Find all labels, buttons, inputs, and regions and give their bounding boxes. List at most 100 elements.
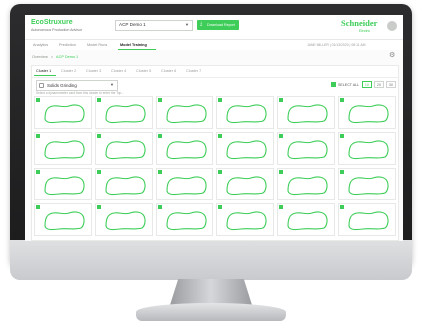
card-checkbox[interactable] <box>96 133 101 138</box>
dyno-curve <box>166 140 207 159</box>
tab-cluster-2[interactable]: Cluster 2 <box>61 69 76 73</box>
dyno-card[interactable] <box>277 167 336 201</box>
dyno-card[interactable] <box>338 167 396 201</box>
screen: EcoStruxure Autonomous Production Adviso… <box>25 15 403 241</box>
dyno-curve <box>226 211 268 231</box>
dyno-curve <box>287 140 328 159</box>
dyno-card[interactable] <box>94 96 153 129</box>
card-checkbox[interactable] <box>36 169 40 174</box>
user-avatar[interactable] <box>387 21 397 31</box>
breadcrumb: Overview > ACP Demo 1 <box>32 55 78 59</box>
card-checkbox[interactable] <box>36 133 40 138</box>
main-nav: Analytics Prediction Model Runs Model Tr… <box>25 40 403 50</box>
dyno-card[interactable] <box>155 96 214 129</box>
brand-logo: EcoStruxure <box>31 19 73 26</box>
card-checkbox[interactable] <box>218 98 223 102</box>
tab-cluster-6[interactable]: Cluster 6 <box>161 69 176 73</box>
dyno-curve <box>44 175 85 195</box>
card-checkbox[interactable] <box>157 169 162 174</box>
dyno-card[interactable] <box>338 131 396 165</box>
dyno-card[interactable] <box>34 167 92 201</box>
nav-prediction[interactable]: Prediction <box>59 43 76 47</box>
tab-cluster-7[interactable]: Cluster 7 <box>186 69 201 73</box>
dyno-curve <box>44 104 85 124</box>
zoom-1x-button[interactable]: 1X <box>362 81 372 88</box>
dyno-card[interactable] <box>277 96 336 129</box>
hint-text: Select a dynamometer card from this clus… <box>36 91 124 95</box>
zoom-2x-button[interactable]: 2X <box>374 81 384 88</box>
card-checkbox[interactable] <box>36 205 40 210</box>
dyno-curve <box>287 175 328 195</box>
card-checkbox[interactable] <box>279 98 284 102</box>
dyno-card[interactable] <box>216 96 275 129</box>
dyno-curve-path <box>287 104 328 124</box>
dyno-card[interactable] <box>94 167 153 201</box>
dyno-curve <box>348 140 389 159</box>
card-checkbox[interactable] <box>218 133 223 138</box>
download-report-button[interactable]: ⤓ Download Report <box>197 20 239 30</box>
card-checkbox[interactable] <box>340 169 345 174</box>
nav-analytics[interactable]: Analytics <box>33 43 48 47</box>
card-checkbox[interactable] <box>96 169 101 174</box>
nav-model-training[interactable]: Model Training <box>120 43 147 47</box>
tab-cluster-1[interactable]: Cluster 1 <box>36 69 51 73</box>
dyno-card[interactable] <box>277 203 336 236</box>
card-checkbox[interactable] <box>157 205 162 210</box>
dyno-card[interactable] <box>94 203 153 236</box>
dyno-curve-path <box>287 175 328 195</box>
dyno-curve-path <box>348 175 389 195</box>
monitor-stand-neck <box>170 279 252 305</box>
card-checkbox[interactable] <box>279 169 284 174</box>
dyno-curve <box>226 175 268 195</box>
chevron-down-icon: ▼ <box>185 22 189 27</box>
card-checkbox[interactable] <box>96 205 101 210</box>
card-checkbox[interactable] <box>157 98 162 102</box>
monitor-stand-foot <box>136 303 286 321</box>
card-checkbox[interactable] <box>340 133 345 138</box>
dyno-curve-path <box>166 104 207 124</box>
user-info: JANE MILLER | 01/13/2020 | 08:11 AM <box>307 43 366 47</box>
tab-cluster-5[interactable]: Cluster 5 <box>136 69 151 73</box>
dyno-curve-path <box>226 140 268 159</box>
card-checkbox[interactable] <box>36 98 40 102</box>
dyno-card[interactable] <box>216 131 275 165</box>
dyno-card[interactable] <box>216 167 275 201</box>
dyno-curve-path <box>105 104 146 124</box>
dyno-card[interactable] <box>34 96 92 129</box>
dyno-card[interactable] <box>338 96 396 129</box>
card-checkbox[interactable] <box>96 98 101 102</box>
breadcrumb-overview[interactable]: Overview <box>32 55 48 59</box>
dyno-card[interactable] <box>155 203 214 236</box>
tab-cluster-3[interactable]: Cluster 3 <box>86 69 101 73</box>
card-checkbox[interactable] <box>218 169 223 174</box>
dyno-card[interactable] <box>155 167 214 201</box>
card-checkbox[interactable] <box>218 205 223 210</box>
type-select[interactable]: Solids Grinding ▼ <box>36 80 118 91</box>
nav-model-runs[interactable]: Model Runs <box>87 43 107 47</box>
card-checkbox[interactable] <box>340 98 345 102</box>
asset-select[interactable]: ACP Demo 1 ▼ <box>115 20 193 31</box>
dyno-curve <box>287 104 328 124</box>
dyno-curve <box>44 211 85 231</box>
dyno-card[interactable] <box>338 203 396 236</box>
dyno-curve-path <box>166 140 207 159</box>
company-logo-sub: Electric <box>359 29 371 33</box>
dyno-curve-path <box>226 211 268 231</box>
dyno-curve-path <box>105 140 146 159</box>
card-checkbox[interactable] <box>340 205 345 210</box>
dyno-card[interactable] <box>34 131 92 165</box>
dyno-card[interactable] <box>155 131 214 165</box>
dyno-card[interactable] <box>277 131 336 165</box>
dyno-card[interactable] <box>34 203 92 236</box>
tab-cluster-4[interactable]: Cluster 4 <box>111 69 126 73</box>
dyno-card[interactable] <box>94 131 153 165</box>
card-checkbox[interactable] <box>279 205 284 210</box>
card-checkbox[interactable] <box>157 133 162 138</box>
dyno-card[interactable] <box>216 203 275 236</box>
select-all-checkbox[interactable] <box>331 82 336 87</box>
nav-active-indicator <box>118 48 156 50</box>
zoom-3x-button[interactable]: 3X <box>386 81 396 88</box>
card-checkbox[interactable] <box>279 133 284 138</box>
dyno-curve <box>105 175 146 195</box>
gear-icon[interactable]: ⚙ <box>389 51 395 59</box>
